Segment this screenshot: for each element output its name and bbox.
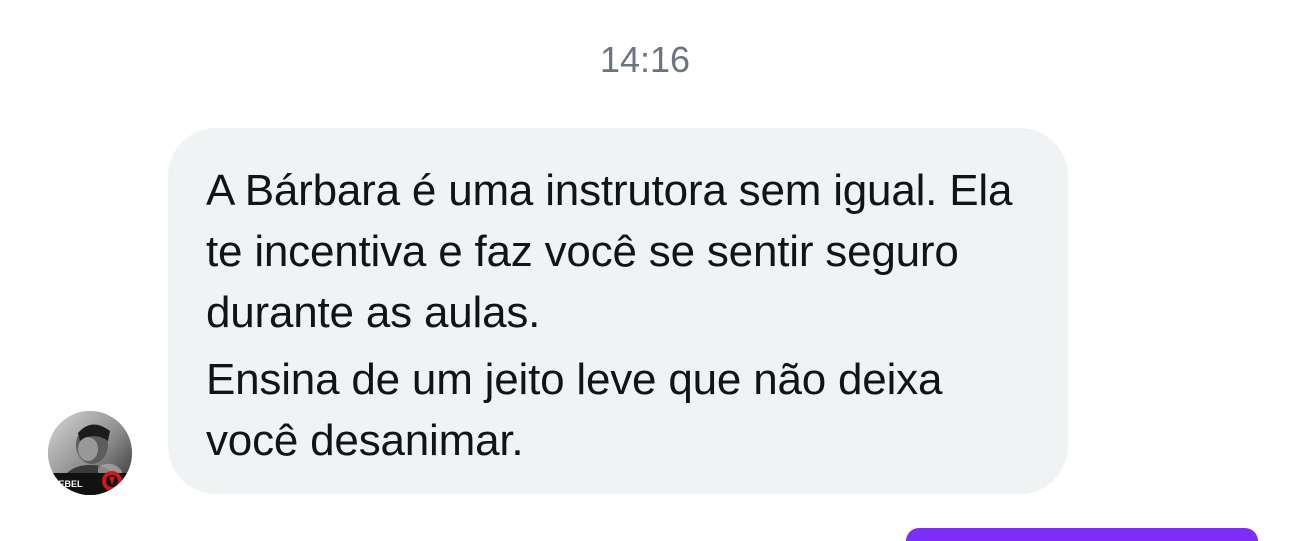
message-paragraph: A Bárbara é uma instrutora sem igual. El… [206,166,1013,337]
message-paragraph: Ensina de um jeito leve que não deixa vo… [206,355,943,465]
message-timestamp: 14:16 [599,39,691,80]
avatar-badge-text: REBEL [52,479,83,489]
sender-avatar[interactable]: REBEL [48,411,132,495]
avatar-photo: REBEL [48,411,132,495]
chat-conversation: 14:16 A Bárbara é uma instrutora sem igu… [0,0,1290,541]
incoming-message-bubble[interactable]: A Bárbara é uma instrutora sem igual. El… [168,128,1068,494]
outgoing-message-bubble[interactable] [906,528,1258,541]
